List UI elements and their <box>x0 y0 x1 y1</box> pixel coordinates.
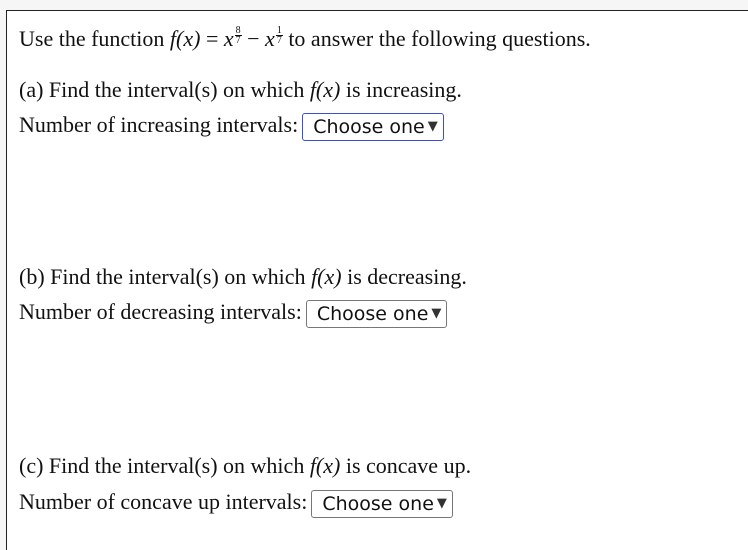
question-a: (a) Find the interval(s) on which f(x) i… <box>19 76 462 104</box>
term1-base: x <box>223 26 234 51</box>
answer-row-c: Number of concave up intervals: Choose on… <box>19 488 453 518</box>
dropdown-arrow-icon: ▼ <box>431 305 442 321</box>
intro-prefix: Use the function <box>19 26 170 51</box>
question-b-suffix: is decreasing. <box>341 264 467 289</box>
increasing-count-label: Number of increasing intervals: <box>19 112 299 137</box>
answer-row-b: Number of decreasing intervals: Choose on… <box>19 298 448 328</box>
question-panel: Use the function f(x) = x87 − x17 to ans… <box>6 10 748 550</box>
question-c-function: f(x) <box>309 453 341 478</box>
question-b-prefix: (b) Find the interval(s) on which <box>19 264 312 289</box>
question-b: (b) Find the interval(s) on which f(x) i… <box>19 263 467 291</box>
dropdown-arrow-icon: ▼ <box>436 495 447 511</box>
question-a-suffix: is increasing. <box>340 77 462 102</box>
term1-exponent: 87 <box>234 26 242 46</box>
term2-exponent: 17 <box>275 26 283 46</box>
minus-sign: − <box>241 26 266 51</box>
decreasing-count-label: Number of decreasing intervals: <box>19 299 302 324</box>
question-c: (c) Find the interval(s) on which f(x) i… <box>19 452 471 480</box>
question-a-function: f(x) <box>309 77 341 102</box>
exp1-denominator: 7 <box>235 35 241 46</box>
concave-up-select-value: Choose one <box>322 492 434 515</box>
intro-text: Use the function f(x) = x87 − x17 to ans… <box>19 25 591 53</box>
question-c-suffix: is concave up. <box>340 453 472 478</box>
answer-row-a: Number of increasing intervals: Choose on… <box>19 111 444 141</box>
decreasing-count-select[interactable]: Choose one ▼ <box>305 299 448 328</box>
increasing-count-select[interactable]: Choose one ▼ <box>302 112 444 141</box>
intro-suffix: to answer the following questions. <box>282 26 591 51</box>
dropdown-arrow-icon: ▼ <box>427 118 438 134</box>
question-a-prefix: (a) Find the interval(s) on which <box>19 77 310 102</box>
term2-base: x <box>265 26 275 51</box>
concave-up-count-select[interactable]: Choose one ▼ <box>311 489 453 518</box>
exp2-denominator: 7 <box>276 35 282 46</box>
equals-sign: = <box>200 26 224 51</box>
function-name: f(x) <box>169 26 201 51</box>
concave-up-count-label: Number of concave up intervals: <box>19 489 308 514</box>
question-b-function: f(x) <box>311 264 342 289</box>
question-c-prefix: (c) Find the interval(s) on which <box>19 453 310 478</box>
increasing-select-value: Choose one <box>313 115 425 138</box>
decreasing-select-value: Choose one <box>316 302 429 325</box>
